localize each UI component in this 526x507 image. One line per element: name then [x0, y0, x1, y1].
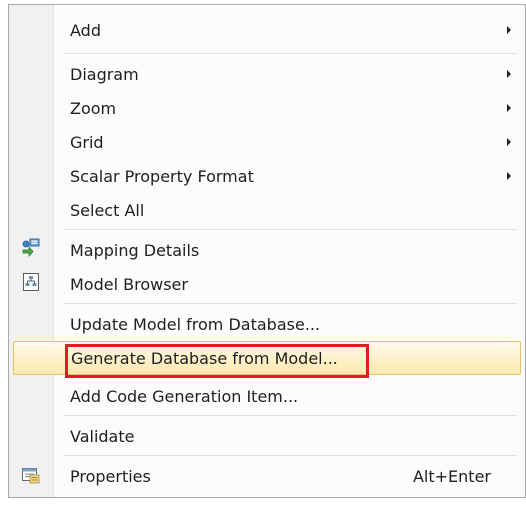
- menu-item-label: Zoom: [70, 99, 117, 118]
- menu-separator: [63, 455, 517, 457]
- menu-item-mapping-details[interactable]: Mapping Details: [9, 233, 525, 267]
- menu-item-label: Diagram: [70, 65, 139, 84]
- menu-item-properties[interactable]: Properties Alt+Enter: [9, 459, 525, 493]
- submenu-arrow-icon: [507, 104, 511, 112]
- menu-item-label: Validate: [70, 427, 135, 446]
- menu-item-label: Model Browser: [70, 275, 188, 294]
- menu-separator: [63, 229, 517, 231]
- menu-item-label: Mapping Details: [70, 241, 200, 260]
- menu-item-label: Select All: [70, 201, 145, 220]
- menu-item-shortcut: Alt+Enter: [412, 467, 491, 486]
- menu-separator: [63, 303, 517, 305]
- menu-item-model-browser[interactable]: Model Browser: [9, 267, 525, 301]
- menu-separator: [63, 53, 517, 55]
- menu-item-select-all[interactable]: Select All: [9, 193, 525, 227]
- menu-item-scalar-property-format[interactable]: Scalar Property Format: [9, 159, 525, 193]
- menu-item-add-code-generation-item[interactable]: Add Code Generation Item...: [9, 379, 525, 413]
- menu-item-label: Scalar Property Format: [70, 167, 254, 186]
- submenu-arrow-icon: [507, 70, 511, 78]
- menu-item-label: Update Model from Database...: [70, 315, 321, 334]
- annotation-highlight-box: [65, 344, 369, 378]
- model-browser-icon: [23, 273, 39, 291]
- menu-item-label: Properties: [70, 467, 151, 486]
- menu-item-label: Add: [70, 21, 101, 40]
- menu-item-zoom[interactable]: Zoom: [9, 91, 525, 125]
- properties-icon: [22, 468, 40, 484]
- menu-item-grid[interactable]: Grid: [9, 125, 525, 159]
- menu-item-label: Grid: [70, 133, 104, 152]
- menu-item-label: Add Code Generation Item...: [70, 387, 299, 406]
- submenu-arrow-icon: [507, 138, 511, 146]
- menu-item-diagram[interactable]: Diagram: [9, 57, 525, 91]
- mapping-details-icon: [22, 238, 40, 258]
- menu-separator: [63, 415, 517, 417]
- submenu-arrow-icon: [507, 26, 511, 34]
- context-menu: Add Diagram Zoom Grid Scalar Property Fo…: [8, 4, 526, 498]
- menu-item-validate[interactable]: Validate: [9, 419, 525, 453]
- menu-item-update-model-from-database[interactable]: Update Model from Database...: [9, 307, 525, 341]
- submenu-arrow-icon: [507, 172, 511, 180]
- menu-item-add[interactable]: Add: [9, 13, 525, 47]
